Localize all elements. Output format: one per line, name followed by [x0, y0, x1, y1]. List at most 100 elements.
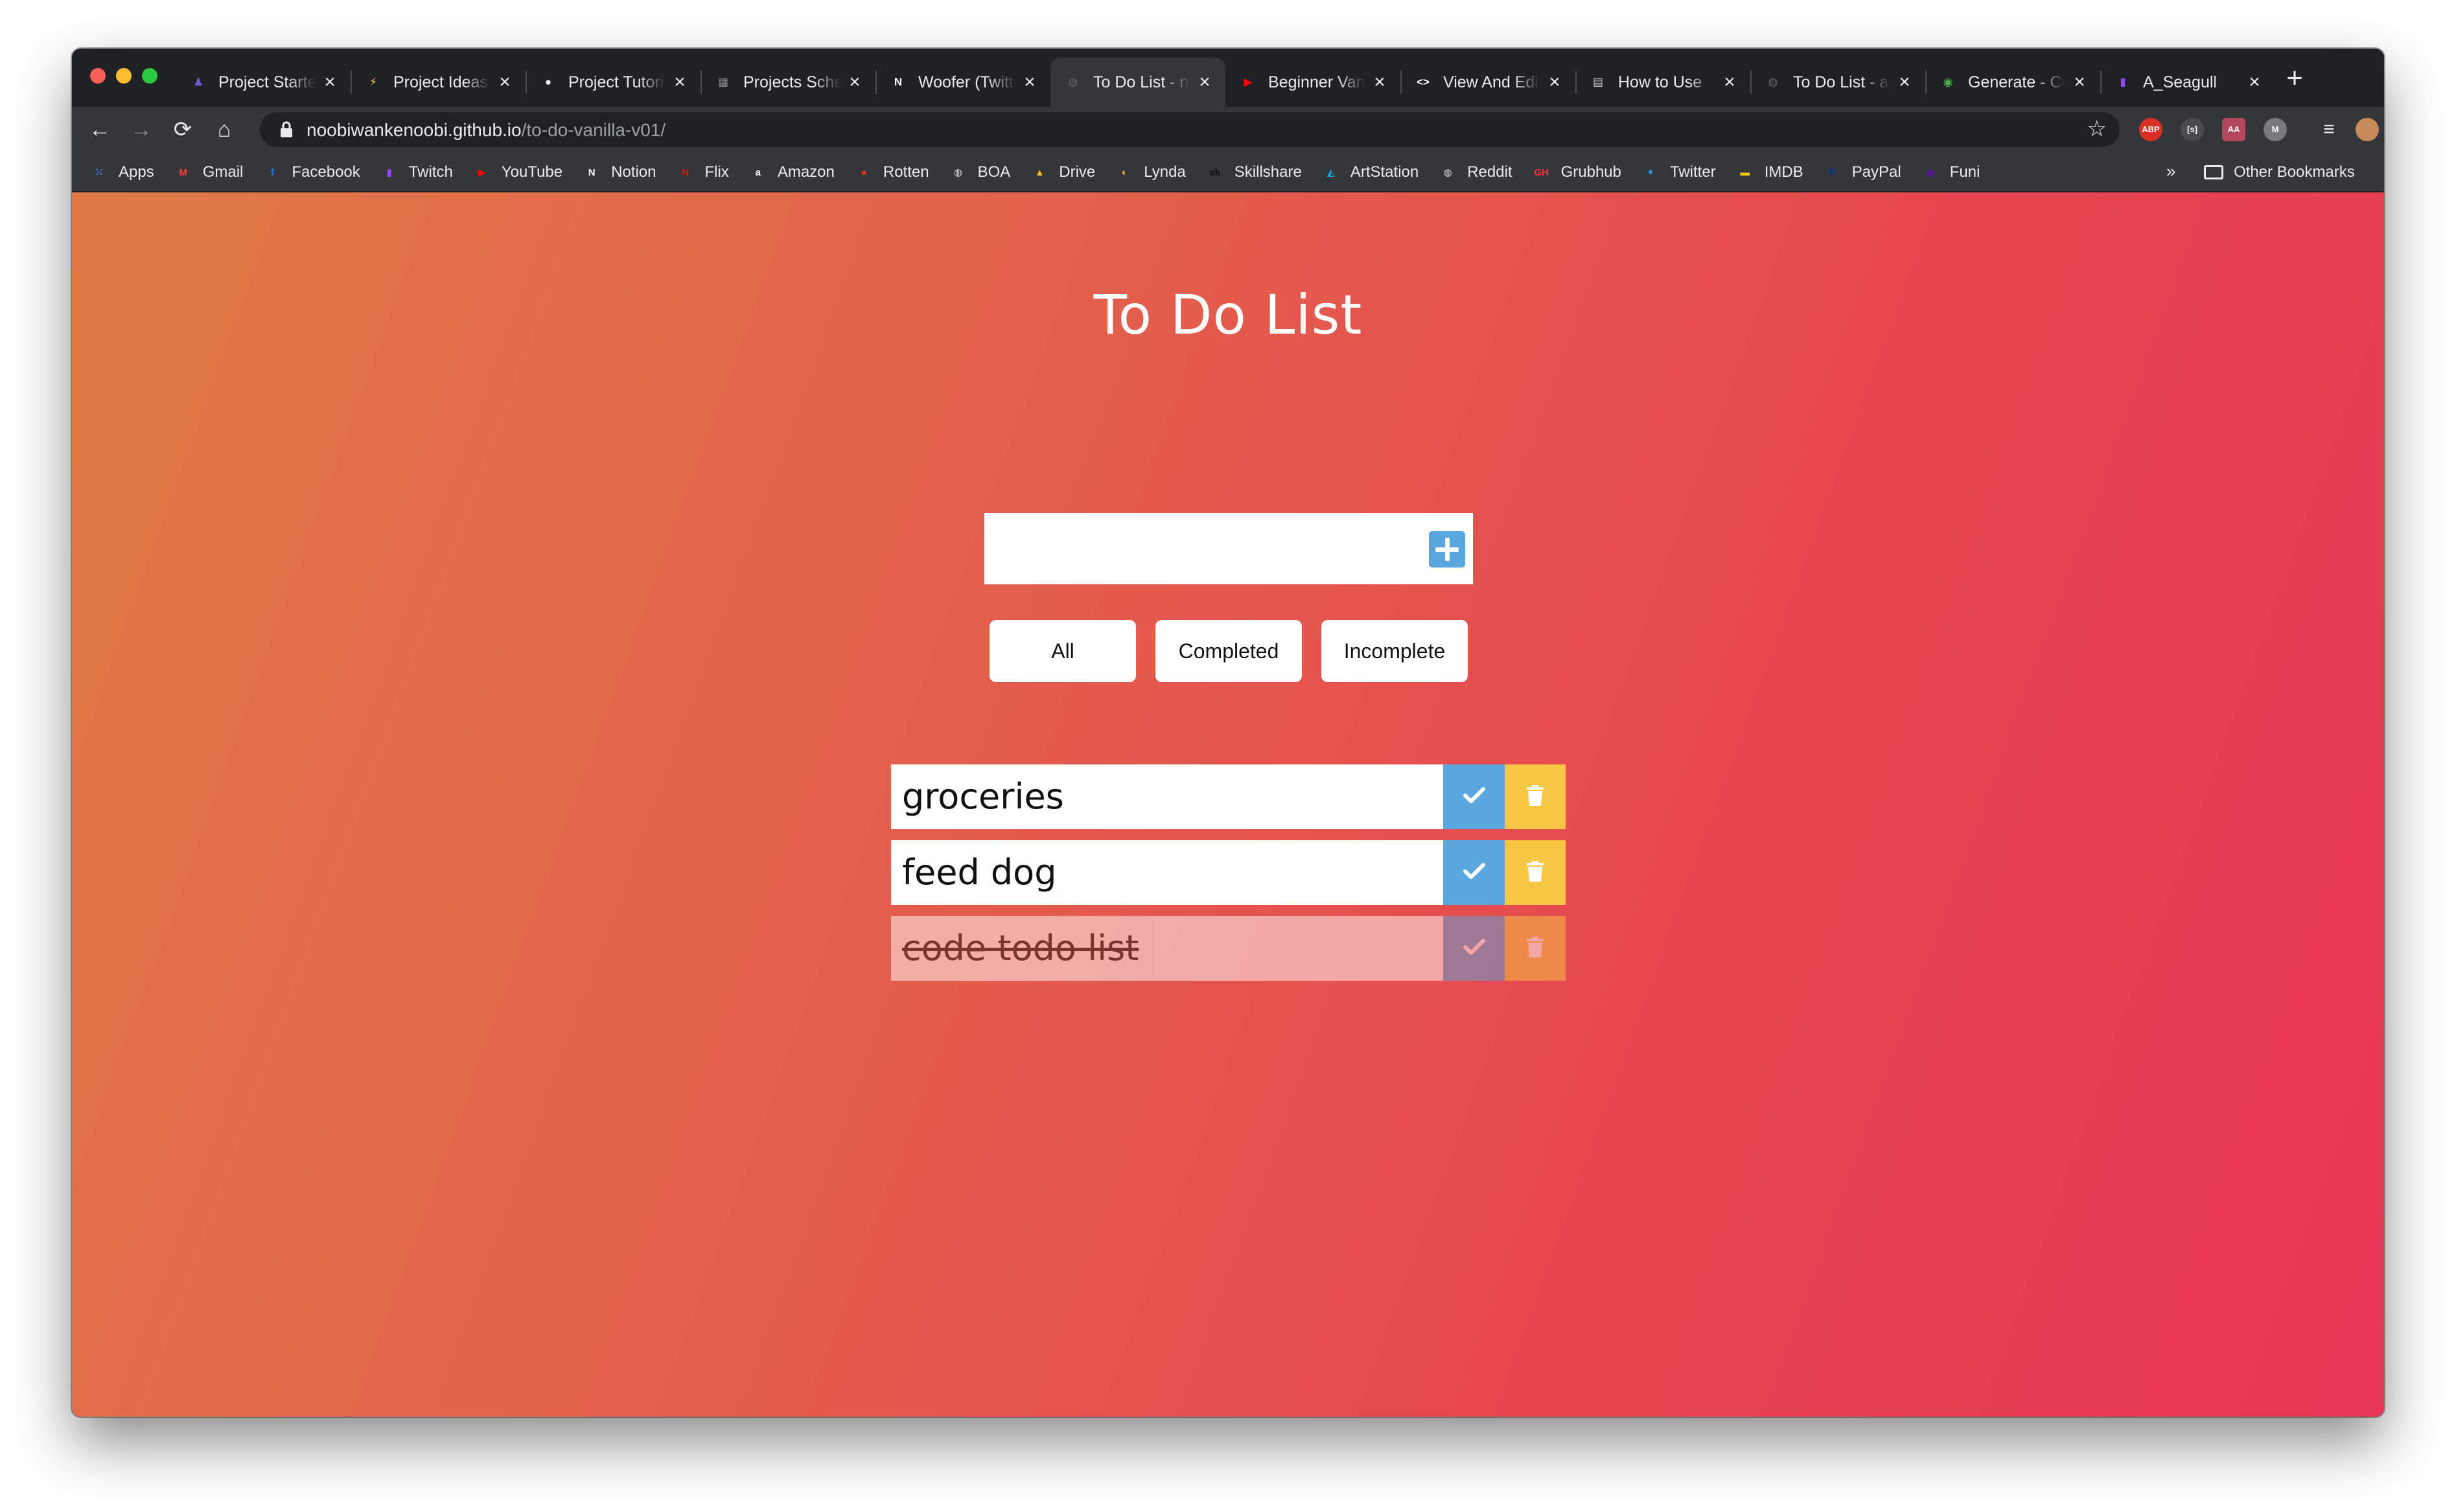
browser-tab[interactable]: ▤ How to Use × — [1575, 58, 1750, 107]
bookmark-notion[interactable]: N Notion — [583, 163, 656, 181]
filter-completed-button[interactable]: Completed — [1155, 620, 1302, 682]
close-icon[interactable]: × — [2069, 72, 2090, 93]
bookmark-lynda[interactable]: ◐ Lynda — [1115, 163, 1186, 181]
artstation-icon: ◭ — [1327, 167, 1335, 178]
bookmark-gmail[interactable]: M Gmail — [174, 163, 243, 181]
twitch-icon: ▮ — [386, 167, 392, 178]
bookmark-grubhub[interactable]: GH Grubhub — [1533, 163, 1621, 181]
complete-button[interactable] — [1443, 840, 1505, 905]
bookmark-imdb[interactable]: ▬ IMDB — [1736, 163, 1803, 181]
floppy-icon: ▤ — [1592, 76, 1604, 88]
close-icon[interactable]: × — [319, 72, 340, 93]
tab-title: To Do List - noobiwankenoobi — [1093, 73, 1190, 91]
back-arrow-icon[interactable]: ← — [85, 115, 115, 144]
browser-tab[interactable]: ▦ Projects Schedule× — [701, 58, 875, 107]
todo-text: code todo list — [891, 916, 1443, 981]
reload-icon[interactable]: ⟳ — [168, 115, 198, 144]
browser-tab[interactable]: <> View And Edit × — [1400, 58, 1575, 107]
home-icon[interactable]: ⌂ — [209, 115, 239, 144]
skillshare-icon: sk — [1209, 166, 1221, 178]
browser-tab[interactable]: ◍ To Do List - noobiwankenoobi× — [1050, 58, 1225, 107]
bookmark-funi[interactable]: ◉ Funi — [1921, 163, 1980, 181]
tab-title: Project Ideas — [393, 73, 488, 91]
close-icon[interactable]: × — [669, 72, 690, 93]
browser-tab[interactable]: ◍ To Do List - app× — [1750, 58, 1925, 107]
browser-tab[interactable]: N Woofer (Twitter)× — [875, 58, 1050, 107]
browser-tab[interactable]: ⚡ Project Ideas × — [351, 58, 526, 107]
tomato-icon: ● — [861, 166, 867, 178]
browser-tab[interactable]: ▶ Beginner Vanilla JS× — [1225, 58, 1400, 107]
bookmark-label: Rotten — [883, 163, 929, 181]
bookmark-reddit[interactable]: ◍ Reddit — [1439, 163, 1512, 181]
delete-button[interactable] — [1505, 840, 1566, 905]
media-control-icon[interactable]: ≡ — [2314, 115, 2344, 144]
facebook-icon: f — [270, 166, 274, 178]
close-icon[interactable]: × — [1894, 72, 1915, 93]
bookmark-label: Facebook — [292, 163, 360, 181]
maximize-window-button[interactable] — [142, 68, 157, 84]
delete-button[interactable] — [1505, 764, 1566, 829]
close-icon[interactable]: × — [1719, 72, 1740, 93]
complete-button[interactable] — [1443, 916, 1505, 981]
minimize-window-button[interactable] — [116, 68, 132, 84]
complete-button[interactable] — [1443, 764, 1505, 829]
youtube-icon: ▶ — [1244, 76, 1253, 88]
bookmark-facebook[interactable]: f Facebook — [263, 163, 360, 181]
filter-incomplete-button[interactable]: Incomplete — [1321, 620, 1468, 682]
add-todo-button[interactable] — [1429, 531, 1465, 567]
close-icon[interactable]: × — [1194, 72, 1215, 93]
notion-icon: N — [894, 76, 903, 88]
bookmark-boa[interactable]: ◍ BOA — [949, 163, 1010, 181]
close-icon[interactable]: × — [1019, 72, 1040, 93]
extension-aa-icon[interactable]: AA — [2222, 118, 2245, 141]
check-icon — [1463, 786, 1485, 807]
bookmark-apps[interactable]: ⁙ Apps — [90, 163, 154, 181]
bookmark-skillshare[interactable]: sk Skillshare — [1206, 163, 1301, 181]
profile-avatar[interactable] — [2356, 118, 2379, 141]
browser-tab[interactable]: ◉ Generate - Color× — [1925, 58, 2100, 107]
youtube-icon: ▶ — [478, 167, 486, 178]
extension-m-icon[interactable]: M — [2264, 118, 2287, 141]
bookmark-amazon[interactable]: a Amazon — [749, 163, 835, 181]
other-bookmarks-folder[interactable]: Other Bookmarks — [2204, 152, 2355, 192]
bookmark-label: PayPal — [1851, 163, 1901, 181]
bookmark-flix[interactable]: N Flix — [676, 163, 729, 181]
close-icon[interactable]: × — [1544, 72, 1565, 93]
bookmark-twitch[interactable]: ▮ Twitch — [380, 163, 453, 181]
tab-title: Generate - Color — [1968, 73, 2065, 91]
address-bar[interactable]: noobiwankenoobi.github.io/to-do-vanilla-… — [260, 112, 2120, 147]
close-icon[interactable]: × — [844, 72, 865, 93]
todo-input[interactable] — [984, 513, 1406, 584]
todo-text: groceries — [891, 764, 1443, 829]
twitter-icon: ✦ — [1646, 167, 1655, 178]
browser-tab[interactable]: ▮ A_Seagull × — [2100, 58, 2275, 107]
todo-item: code todo list — [891, 916, 1566, 981]
filter-all-button[interactable]: All — [990, 620, 1136, 682]
tab-title: Projects Schedule — [743, 73, 840, 91]
bookmark-artstation[interactable]: ◭ ArtStation — [1322, 163, 1419, 181]
globe-icon: ◍ — [1068, 76, 1078, 88]
bookmark-twitter[interactable]: ✦ Twitter — [1641, 163, 1716, 181]
bookmark-youtube[interactable]: ▶ YouTube — [473, 163, 562, 181]
browser-tab[interactable]: ♟ Project Starter × — [176, 58, 351, 107]
extension-s-icon[interactable]: [s] — [2181, 118, 2204, 141]
bookmark-star-icon[interactable]: ☆ — [2087, 116, 2107, 142]
check-icon — [1463, 938, 1485, 959]
tab-title: Beginner Vanilla JS — [1268, 73, 1365, 91]
paypal-icon: P — [1829, 166, 1836, 178]
new-tab-button[interactable]: + — [2282, 64, 2308, 93]
forward-arrow-icon[interactable]: → — [126, 115, 156, 144]
adblock-icon[interactable]: ABP — [2139, 118, 2162, 141]
close-icon[interactable]: × — [1369, 72, 1390, 93]
delete-button[interactable] — [1505, 916, 1566, 981]
bookmarks-overflow-button[interactable]: » — [2166, 161, 2175, 181]
close-window-button[interactable] — [90, 68, 106, 84]
close-icon[interactable]: × — [494, 72, 515, 93]
globe-icon: ◍ — [1768, 76, 1778, 88]
browser-tab[interactable]: ● Project Tutorials× — [526, 58, 701, 107]
bookmark-paypal[interactable]: P PayPal — [1824, 163, 1901, 181]
close-icon[interactable]: × — [2244, 72, 2265, 93]
lock-icon — [281, 121, 292, 137]
bookmark-rotten[interactable]: ● Rotten — [855, 163, 929, 181]
bookmark-drive[interactable]: ▲ Drive — [1030, 163, 1095, 181]
